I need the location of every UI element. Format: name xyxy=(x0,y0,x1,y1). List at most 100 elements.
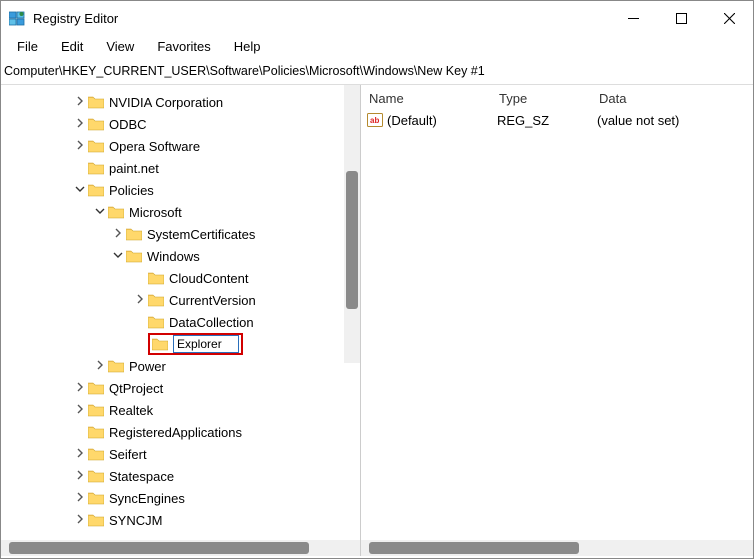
tree-item-label: Seifert xyxy=(109,447,147,462)
tree-item-label: SyncEngines xyxy=(109,491,185,506)
value-name: (Default) xyxy=(387,113,437,128)
col-header-type[interactable]: Type xyxy=(499,91,599,106)
list-hscrollbar[interactable] xyxy=(361,540,753,556)
folder-icon xyxy=(152,337,168,351)
tree-item[interactable]: RegisteredApplications xyxy=(1,421,360,443)
value-row[interactable]: ab (Default) REG_SZ(value not set) xyxy=(367,110,753,130)
tree-item[interactable]: Seifert xyxy=(1,443,360,465)
menu-edit[interactable]: Edit xyxy=(51,37,93,56)
tree-item-label: Realtek xyxy=(109,403,153,418)
folder-icon xyxy=(108,205,124,219)
col-header-data[interactable]: Data xyxy=(599,91,753,106)
folder-icon xyxy=(148,271,164,285)
address-bar[interactable]: Computer\HKEY_CURRENT_USER\Software\Poli… xyxy=(1,60,753,85)
rename-highlight xyxy=(148,333,243,355)
tree-item[interactable]: Opera Software xyxy=(1,135,360,157)
menu-favorites[interactable]: Favorites xyxy=(147,37,220,56)
tree-item[interactable]: QtProject xyxy=(1,377,360,399)
chevron-right-icon[interactable] xyxy=(73,95,87,109)
chevron-right-icon[interactable] xyxy=(73,403,87,417)
close-button[interactable] xyxy=(705,3,753,33)
tree-hscrollbar[interactable] xyxy=(1,540,360,556)
folder-icon xyxy=(88,469,104,483)
chevron-down-icon[interactable] xyxy=(111,249,125,263)
tree-item-label: Microsoft xyxy=(129,205,182,220)
tree-item-label: DataCollection xyxy=(169,315,254,330)
tree-item[interactable] xyxy=(1,333,360,355)
folder-icon xyxy=(88,139,104,153)
tree-item-label: NVIDIA Corporation xyxy=(109,95,223,110)
tree-item-label: SYNCJM xyxy=(109,513,162,528)
folder-icon xyxy=(126,227,142,241)
chevron-right-icon[interactable] xyxy=(133,293,147,307)
chevron-right-icon[interactable] xyxy=(73,381,87,395)
tree-item[interactable]: SystemCertificates xyxy=(1,223,360,245)
value-list[interactable]: ab (Default) REG_SZ(value not set) xyxy=(361,110,753,130)
menu-view[interactable]: View xyxy=(96,37,144,56)
tree-item[interactable]: ODBC xyxy=(1,113,360,135)
tree-item[interactable]: CurrentVersion xyxy=(1,289,360,311)
tree-item[interactable]: DataCollection xyxy=(1,311,360,333)
tree-item[interactable]: SyncEngines xyxy=(1,487,360,509)
tree-item[interactable]: Microsoft xyxy=(1,201,360,223)
value-data: (value not set) xyxy=(597,113,753,128)
chevron-down-icon[interactable] xyxy=(93,205,107,219)
folder-icon xyxy=(88,447,104,461)
tree-item-label: Opera Software xyxy=(109,139,200,154)
folder-icon xyxy=(88,403,104,417)
list-pane: Name Type Data ab (Default) REG_SZ(value n… xyxy=(361,85,753,556)
folder-icon xyxy=(88,183,104,197)
tree-vscrollbar[interactable] xyxy=(344,85,360,363)
regedit-app-icon xyxy=(9,11,25,27)
tree-item-label: Power xyxy=(129,359,166,374)
tree-item[interactable]: Policies xyxy=(1,179,360,201)
string-value-icon: ab xyxy=(367,113,383,127)
window-title: Registry Editor xyxy=(33,11,118,26)
registry-tree[interactable]: NVIDIA Corporation ODBC Opera Software pai… xyxy=(1,85,360,538)
window-controls xyxy=(609,3,753,33)
value-type: REG_SZ xyxy=(497,113,597,128)
minimize-button[interactable] xyxy=(609,3,657,33)
tree-item-label: paint.net xyxy=(109,161,159,176)
tree-item-label: CurrentVersion xyxy=(169,293,256,308)
chevron-right-icon[interactable] xyxy=(73,139,87,153)
folder-icon xyxy=(88,161,104,175)
tree-item[interactable]: Statespace xyxy=(1,465,360,487)
tree-item-label: QtProject xyxy=(109,381,163,396)
chevron-down-icon[interactable] xyxy=(73,183,87,197)
svg-text:ab: ab xyxy=(370,116,379,125)
folder-icon xyxy=(148,293,164,307)
tree-item[interactable]: NVIDIA Corporation xyxy=(1,91,360,113)
tree-item-label: CloudContent xyxy=(169,271,249,286)
tree-item-label: Policies xyxy=(109,183,154,198)
tree-item[interactable]: paint.net xyxy=(1,157,360,179)
rename-input[interactable] xyxy=(173,335,239,353)
chevron-right-icon[interactable] xyxy=(73,513,87,527)
tree-item-label: SystemCertificates xyxy=(147,227,255,242)
tree-pane: NVIDIA Corporation ODBC Opera Software pai… xyxy=(1,85,361,556)
list-header[interactable]: Name Type Data xyxy=(361,85,753,110)
chevron-right-icon[interactable] xyxy=(93,359,107,373)
tree-item[interactable]: Windows xyxy=(1,245,360,267)
folder-icon xyxy=(88,117,104,131)
tree-item[interactable]: Power xyxy=(1,355,360,377)
tree-item-label: Statespace xyxy=(109,469,174,484)
folder-icon xyxy=(88,95,104,109)
tree-item[interactable]: Realtek xyxy=(1,399,360,421)
chevron-right-icon[interactable] xyxy=(73,447,87,461)
titlebar: Registry Editor xyxy=(1,1,753,35)
chevron-right-icon[interactable] xyxy=(111,227,125,241)
tree-item[interactable]: SYNCJM xyxy=(1,509,360,531)
chevron-right-icon[interactable] xyxy=(73,469,87,483)
folder-icon xyxy=(88,381,104,395)
folder-icon xyxy=(126,249,142,263)
maximize-button[interactable] xyxy=(657,3,705,33)
menu-file[interactable]: File xyxy=(7,37,48,56)
tree-item[interactable]: CloudContent xyxy=(1,267,360,289)
menu-help[interactable]: Help xyxy=(224,37,271,56)
folder-icon xyxy=(88,425,104,439)
chevron-right-icon[interactable] xyxy=(73,117,87,131)
tree-item-label: RegisteredApplications xyxy=(109,425,242,440)
col-header-name[interactable]: Name xyxy=(369,91,499,106)
chevron-right-icon[interactable] xyxy=(73,491,87,505)
